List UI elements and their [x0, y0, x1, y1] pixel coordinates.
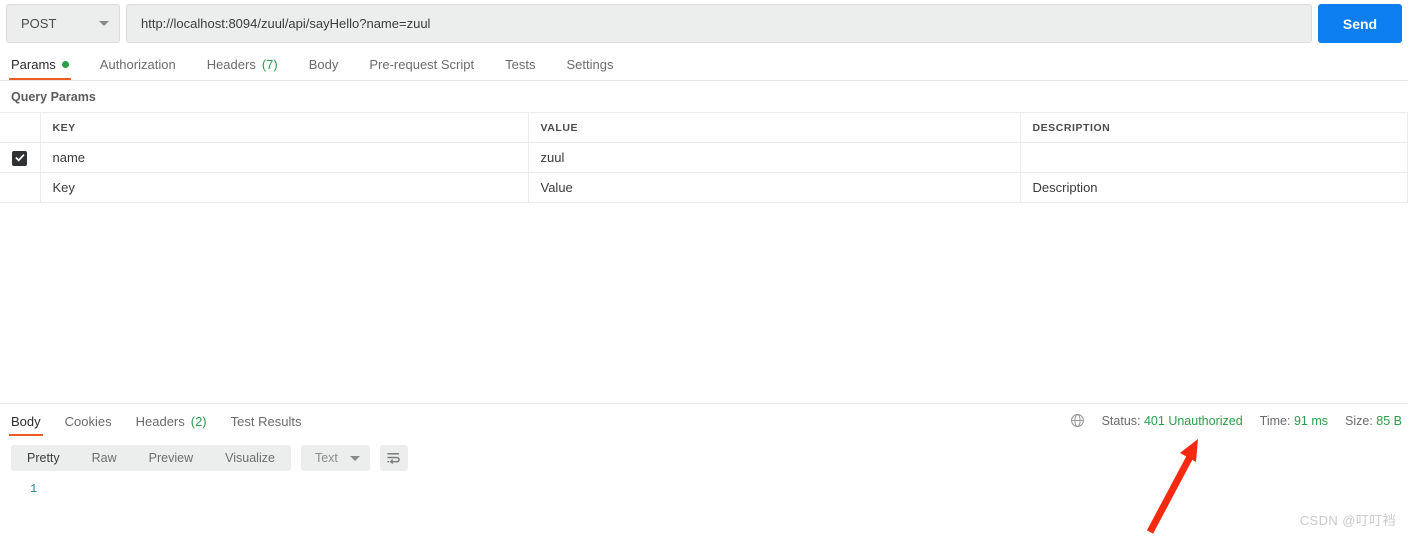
- globe-icon[interactable]: [1070, 413, 1085, 428]
- tab-pre-request-script-label: Pre-request Script: [369, 57, 475, 72]
- tab-authorization[interactable]: Authorization: [100, 57, 176, 80]
- size-value: 85 B: [1376, 413, 1402, 428]
- row-description-input[interactable]: [1020, 142, 1408, 173]
- response-tab-body-label: Body: [11, 414, 41, 429]
- request-empty-area: [0, 203, 1408, 403]
- request-tabs: Params Authorization Headers (7) Body Pr…: [0, 47, 1408, 81]
- response-language-select[interactable]: Text: [300, 445, 370, 471]
- view-raw-button[interactable]: Raw: [76, 445, 133, 471]
- query-params-table: KEY VALUE DESCRIPTION name zuul Key Valu…: [0, 112, 1408, 203]
- response-tabs: Body Cookies Headers (2) Test Results: [6, 414, 325, 436]
- response-tab-headers[interactable]: Headers (2): [136, 414, 207, 436]
- url-input[interactable]: http://localhost:8094/zuul/api/sayHello?…: [126, 4, 1312, 43]
- tab-body[interactable]: Body: [309, 57, 339, 80]
- response-tab-test-results[interactable]: Test Results: [231, 414, 302, 436]
- placeholder-key-input[interactable]: Key: [40, 172, 529, 203]
- time-group: Time: 91 ms: [1260, 414, 1328, 428]
- tab-authorization-label: Authorization: [99, 57, 176, 72]
- time-value: 91 ms: [1293, 413, 1328, 428]
- tab-settings[interactable]: Settings: [566, 57, 613, 80]
- url-text: http://localhost:8094/zuul/api/sayHello?…: [141, 16, 431, 31]
- chevron-down-icon: [99, 21, 109, 26]
- tab-body-label: Body: [308, 57, 339, 72]
- body-line: 1: [30, 482, 1408, 496]
- response-tab-cookies[interactable]: Cookies: [65, 414, 112, 436]
- wrap-lines-button[interactable]: [379, 445, 408, 471]
- http-method-select[interactable]: POST: [6, 4, 120, 43]
- tab-tests[interactable]: Tests: [505, 57, 535, 80]
- table-row: name zuul: [0, 142, 1408, 173]
- tab-params[interactable]: Params: [9, 57, 71, 80]
- status-group: Status: 401 Unauthorized: [1102, 414, 1243, 428]
- time-label: Time:: [1259, 413, 1291, 428]
- response-format-toolbar: Pretty Raw Preview Visualize Text: [0, 436, 1408, 471]
- size-group: Size: 85 B: [1345, 414, 1402, 428]
- response-tab-headers-count: (2): [190, 414, 207, 429]
- tab-pre-request-script[interactable]: Pre-request Script: [369, 57, 474, 80]
- send-button[interactable]: Send: [1318, 4, 1402, 43]
- tab-tests-label: Tests: [505, 57, 536, 72]
- tab-params-label: Params: [11, 57, 56, 72]
- placeholder-value-input[interactable]: Value: [528, 172, 1021, 203]
- response-bar: Body Cookies Headers (2) Test Results St…: [0, 404, 1408, 436]
- response-tab-cookies-label: Cookies: [64, 414, 112, 429]
- params-indicator-dot: [61, 61, 69, 68]
- response-tab-headers-label: Headers: [135, 414, 185, 429]
- tab-headers-count: (7): [261, 57, 278, 72]
- http-method-label: POST: [21, 16, 57, 31]
- placeholder-description-input[interactable]: Description: [1020, 172, 1408, 203]
- view-preview-button[interactable]: Preview: [133, 445, 209, 471]
- response-body-viewer[interactable]: 1: [0, 471, 1408, 496]
- view-visualize-button[interactable]: Visualize: [209, 445, 291, 471]
- response-view-segmented: Pretty Raw Preview Visualize: [11, 445, 291, 471]
- row-key-input[interactable]: name: [40, 142, 529, 173]
- header-key: KEY: [40, 112, 529, 143]
- header-value: VALUE: [528, 112, 1021, 143]
- view-pretty-button[interactable]: Pretty: [11, 445, 76, 471]
- tab-headers[interactable]: Headers (7): [207, 57, 278, 80]
- row-value-input[interactable]: zuul: [528, 142, 1021, 173]
- watermark-text: CSDN @叮叮裆: [1299, 513, 1396, 528]
- placeholder-checkbox-cell: [0, 172, 41, 203]
- header-checkbox-cell: [0, 112, 41, 143]
- table-header-row: KEY VALUE DESCRIPTION: [0, 112, 1408, 143]
- line-number: 1: [30, 482, 38, 496]
- size-label: Size:: [1345, 413, 1373, 428]
- table-row-placeholder: Key Value Description: [0, 172, 1408, 203]
- tab-settings-label: Settings: [566, 57, 614, 72]
- request-url-bar: POST http://localhost:8094/zuul/api/sayH…: [0, 0, 1408, 47]
- response-language-label: Text: [314, 451, 338, 465]
- row-enabled-checkbox[interactable]: [12, 150, 28, 166]
- response-meta: Status: 401 Unauthorized Time: 91 ms Siz…: [1070, 413, 1402, 436]
- response-tab-body[interactable]: Body: [9, 414, 43, 436]
- query-params-title: Query Params: [11, 90, 96, 104]
- header-description: DESCRIPTION: [1020, 112, 1408, 143]
- status-value: 401 Unauthorized: [1143, 413, 1243, 428]
- tab-headers-label: Headers: [206, 57, 256, 72]
- row-checkbox-cell: [0, 142, 41, 173]
- chevron-down-icon: [349, 455, 360, 461]
- status-label: Status:: [1101, 413, 1141, 428]
- response-tab-test-results-label: Test Results: [230, 414, 302, 429]
